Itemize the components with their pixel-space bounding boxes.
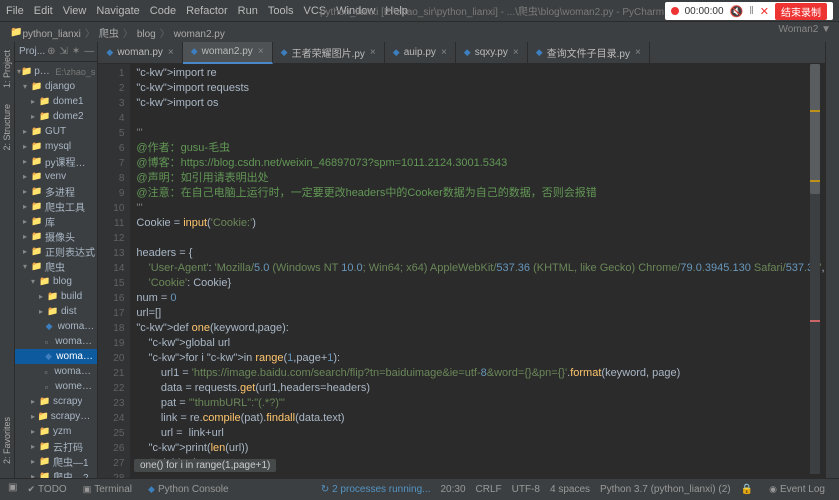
sidebar-title: Proj... — [19, 46, 45, 57]
event-log-button[interactable]: ◉Event Log — [763, 482, 831, 497]
menu-code[interactable]: Code — [150, 5, 176, 17]
processes-link[interactable]: ↻ 2 processes running... — [321, 484, 431, 495]
warning-stripe[interactable] — [810, 110, 820, 112]
tree-node[interactable]: ▸📁云打码 — [15, 439, 97, 454]
status-corner-icon[interactable]: ▣ — [8, 482, 17, 497]
cursor-position[interactable]: 20:30 — [440, 484, 465, 495]
editor-tab[interactable]: ◆查询文件子目录.py× — [528, 42, 650, 64]
editor-tab[interactable]: ◆woman2.py× — [183, 42, 273, 64]
tree-node[interactable]: ◆woman2.py — [15, 349, 97, 364]
editor-tab[interactable]: ◆woman.py× — [98, 42, 182, 64]
menu-navigate[interactable]: Navigate — [96, 5, 139, 17]
terminal-tool-button[interactable]: ▣Terminal — [77, 482, 138, 497]
project-tool-tab[interactable]: 1: Project — [0, 42, 14, 96]
lock-icon[interactable]: 🔒 — [741, 484, 753, 495]
indent-info[interactable]: 4 spaces — [550, 484, 590, 495]
tree-node[interactable]: ▫woman2.spec — [15, 364, 97, 379]
tree-node[interactable]: ▸📁venv — [15, 169, 97, 184]
breadcrumb-part[interactable]: 爬虫 — [99, 29, 119, 40]
editor-tab[interactable]: ◆auip.py× — [385, 42, 456, 64]
tree-node[interactable]: ▸📁爬虫工具 — [15, 199, 97, 214]
status-bar: ▣ ✔TODO ▣Terminal ◆Python Console ↻ 2 pr… — [0, 478, 839, 500]
menu-view[interactable]: View — [63, 5, 87, 17]
favorites-tool-tab[interactable]: 2: Favorites — [0, 409, 14, 472]
tree-node[interactable]: ▸📁摄像头 — [15, 229, 97, 244]
record-time: 00:00:00 — [685, 6, 724, 17]
editor-scrollbar-thumb[interactable] — [810, 64, 820, 194]
tree-node[interactable]: ▸📁dome2 — [15, 109, 97, 124]
tree-node[interactable]: ▸📁yzm — [15, 424, 97, 439]
line-separator[interactable]: CRLF — [476, 484, 502, 495]
tree-node[interactable]: ▸📁scrapy_data — [15, 409, 97, 424]
tree-node[interactable]: ▸📁py课程设计 — [15, 154, 97, 169]
todo-tool-button[interactable]: ✔TODO — [21, 482, 72, 497]
tree-node[interactable]: ▾📁爬虫 — [15, 259, 97, 274]
left-tool-tabs: 1: Project 2: Structure 2: Favorites — [0, 42, 15, 478]
run-config-selector[interactable]: Woman2 ▼ — [778, 24, 831, 35]
menu-refactor[interactable]: Refactor — [186, 5, 228, 17]
pause-icon[interactable]: ‖ — [749, 5, 754, 17]
tree-node[interactable]: ▸📁build — [15, 289, 97, 304]
record-icon — [671, 7, 679, 15]
close-icon[interactable]: ✕ — [760, 5, 769, 18]
tree-node[interactable]: ◆woman.py — [15, 319, 97, 334]
right-tool-tabs — [825, 42, 839, 478]
tree-node[interactable]: ▾📁blog — [15, 274, 97, 289]
breadcrumb-part[interactable]: woman2.py — [174, 29, 225, 40]
code-editor[interactable]: 1234567891011121314151617181920212223242… — [98, 64, 824, 478]
editor-tab[interactable]: ◆王者荣耀图片.py× — [273, 42, 385, 64]
folder-icon: 📁 — [10, 27, 22, 38]
project-sidebar: Proj... ⊕ ⇲ ✶ — ▾📁python_lianxiE:\zhao_s… — [15, 42, 98, 478]
sidebar-hide-icon[interactable]: — — [82, 46, 96, 57]
editor-tab-bar: ◆woman.py×◆woman2.py×◆王者荣耀图片.py×◆auip.py… — [98, 42, 824, 64]
tree-node[interactable]: ▸📁正则表达式 — [15, 244, 97, 259]
menu-file[interactable]: File — [6, 5, 24, 17]
tree-node[interactable]: ▸📁GUT — [15, 124, 97, 139]
tree-node[interactable]: ▸📁scrapy — [15, 394, 97, 409]
screen-recorder-bar: 00:00:00 🔇 ‖ ✕ 结束录制 — [665, 2, 833, 20]
tree-node[interactable]: ▸📁爬虫—2 — [15, 469, 97, 478]
file-encoding[interactable]: UTF-8 — [512, 484, 540, 495]
menu-bar: File Edit View Navigate Code Refactor Run Tools… — [0, 0, 839, 22]
error-stripe[interactable] — [810, 320, 820, 322]
menu-tools[interactable]: Tools — [268, 5, 294, 17]
sidebar-settings-icon[interactable]: ✶ — [70, 46, 82, 57]
breadcrumb-hint[interactable]: one() for i in range(1,page+1) — [134, 459, 276, 472]
tree-node[interactable]: ▸📁dist — [15, 304, 97, 319]
project-tree[interactable]: ▾📁python_lianxiE:\zhao_s▾📁django▸📁dome1▸… — [15, 62, 97, 478]
tree-node[interactable]: ▸📁爬虫—1 — [15, 454, 97, 469]
line-gutter[interactable]: 1234567891011121314151617181920212223242… — [98, 64, 130, 478]
structure-tool-tab[interactable]: 2: Structure — [0, 96, 14, 159]
breadcrumb-part[interactable]: blog — [137, 29, 156, 40]
editor-tab[interactable]: ◆sqxy.py× — [456, 42, 528, 64]
menu-run[interactable]: Run — [238, 5, 258, 17]
tree-root[interactable]: ▾📁python_lianxiE:\zhao_s — [15, 64, 97, 79]
breadcrumb-bar: 📁 python_lianxi〉爬虫〉blog〉woman2.py Woman2… — [0, 22, 839, 42]
tree-node[interactable]: ▸📁dome1 — [15, 94, 97, 109]
tree-node[interactable]: ▫woman.spec — [15, 334, 97, 349]
warning-stripe[interactable] — [810, 180, 820, 182]
mute-icon[interactable]: 🔇 — [730, 5, 744, 18]
sidebar-collapse-icon[interactable]: ⇲ — [58, 46, 70, 57]
stop-record-button[interactable]: 结束录制 — [775, 3, 827, 20]
breadcrumb-part[interactable]: python_lianxi — [22, 29, 80, 40]
tree-node[interactable]: ▾📁django — [15, 79, 97, 94]
python-console-button[interactable]: ◆Python Console — [142, 482, 235, 497]
tree-node[interactable]: ▫women.spec — [15, 379, 97, 394]
tree-node[interactable]: ▸📁库 — [15, 214, 97, 229]
sidebar-options-icon[interactable]: ⊕ — [45, 46, 57, 57]
code-content[interactable]: "c-kw">import re"c-kw">import requests"c… — [130, 64, 824, 478]
tree-node[interactable]: ▸📁多进程 — [15, 184, 97, 199]
tree-node[interactable]: ▸📁mysql — [15, 139, 97, 154]
menu-edit[interactable]: Edit — [34, 5, 53, 17]
interpreter-info[interactable]: Python 3.7 (python_lianxi) (2) — [600, 484, 731, 495]
